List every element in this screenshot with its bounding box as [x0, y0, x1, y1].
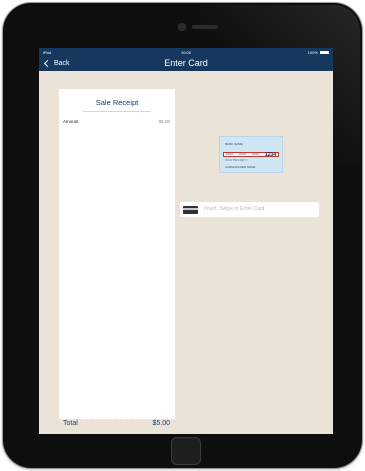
card-illustration: BANK NAME XXXX XXXX XXXX 1234 VALID THRU… — [219, 136, 283, 173]
receipt-title: Sale Receipt — [95, 98, 139, 107]
card-entry-input[interactable]: Insert, Swipe or Enter Card — [180, 202, 319, 217]
front-camera-icon — [178, 23, 186, 31]
page-title: Enter Card — [164, 58, 208, 68]
battery-percent: 100% — [307, 50, 318, 55]
status-battery-group: 100% — [308, 50, 329, 55]
amount-label: Amount — [63, 119, 79, 124]
receipt-divider — [83, 111, 151, 112]
status-bar: iPad 10:00 100% — [39, 48, 333, 56]
battery-icon — [320, 51, 329, 55]
app-screen: iPad 10:00 100% Back Enter Card Sale Rec… — [39, 48, 333, 434]
card-number-box: XXXX XXXX XXXX 1234 — [223, 151, 279, 158]
amount-value: $5.00 — [158, 119, 170, 124]
card-expiry: VALID THRU MM/YY — [225, 159, 248, 162]
credit-card-icon — [183, 206, 198, 214]
home-button[interactable] — [171, 437, 201, 465]
status-time: 10:00 — [180, 50, 191, 55]
card-entry-placeholder: Insert, Swipe or Enter Card — [204, 206, 265, 212]
card-number-group: XXXX — [251, 153, 259, 156]
card-bank-name: BANK NAME — [225, 142, 243, 146]
ipad-device-frame: iPad 10:00 100% Back Enter Card Sale Rec… — [3, 3, 362, 468]
speaker-grille — [192, 25, 218, 29]
sale-receipt: Sale Receipt Amount $5.00 Total $5.00 — [59, 89, 175, 427]
card-last4: 1234 — [264, 151, 276, 158]
receipt-torn-edge — [59, 416, 175, 422]
navigation-bar: Back Enter Card — [39, 56, 333, 71]
card-holder-name: CARDHOLDER NAME — [225, 165, 256, 169]
card-number-group: XXXX — [226, 153, 233, 156]
card-number-group: XXXX — [238, 153, 246, 156]
